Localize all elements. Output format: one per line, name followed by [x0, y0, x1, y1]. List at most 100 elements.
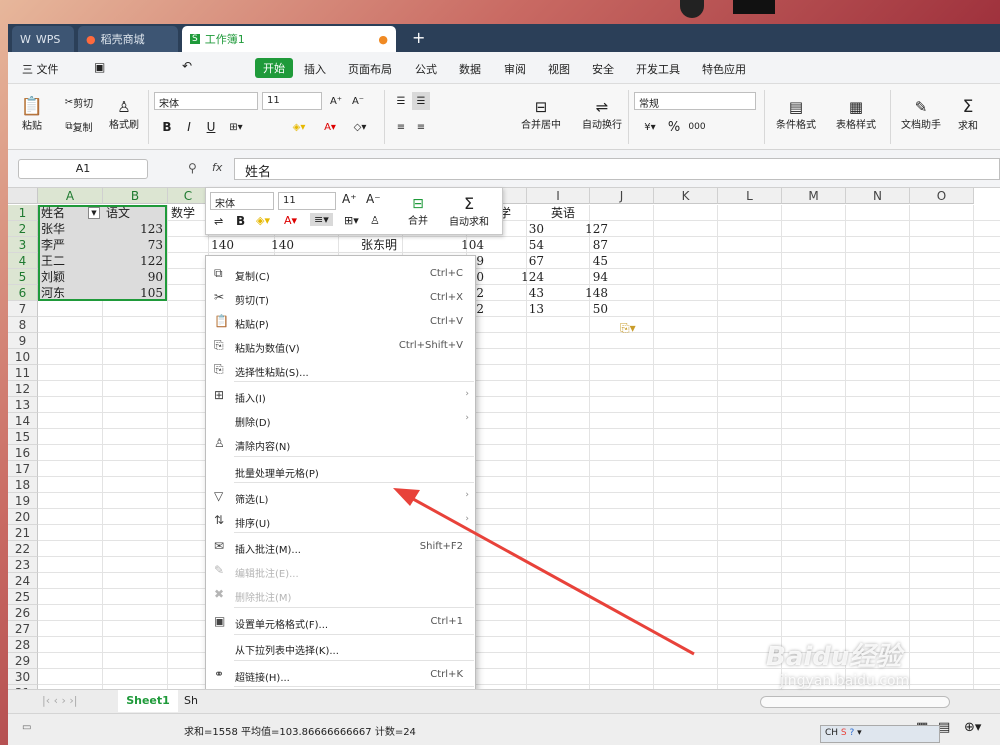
- column-header[interactable]: A: [38, 188, 103, 204]
- formula-input[interactable]: 姓名: [234, 158, 1000, 180]
- row-header[interactable]: 27: [8, 621, 38, 637]
- menu-item[interactable]: 📋 粘贴(P) Ctrl+V: [206, 310, 475, 334]
- align-middle-icon[interactable]: ☰: [412, 92, 430, 110]
- menu-item[interactable]: ⊞ 插入(I) ›: [206, 384, 475, 408]
- row-header[interactable]: 26: [8, 605, 38, 621]
- row-header[interactable]: 29: [8, 653, 38, 669]
- cell[interactable]: 张华: [38, 221, 102, 237]
- row-header[interactable]: 20: [8, 509, 38, 525]
- cell[interactable]: 148: [548, 285, 612, 301]
- sheet-tab-next[interactable]: Sh: [184, 694, 198, 707]
- currency-icon[interactable]: ¥▾: [638, 118, 662, 136]
- cut-button[interactable]: ✂ 剪切: [58, 94, 100, 110]
- menu-item[interactable]: ⧉ 复制(C) Ctrl+C: [206, 262, 475, 286]
- cell[interactable]: 94: [548, 269, 612, 285]
- borders-icon[interactable]: ⊞▾: [344, 214, 359, 227]
- paste-options-icon[interactable]: ⎘▾: [620, 321, 636, 336]
- paste-button[interactable]: 📋 粘贴: [16, 92, 48, 136]
- menu-developer[interactable]: 开发工具: [636, 61, 680, 77]
- menu-item[interactable]: ✂ 剪切(T) Ctrl+X: [206, 286, 475, 310]
- merge-center-button[interactable]: ⊟ 合并居中: [513, 92, 569, 136]
- row-header[interactable]: 25: [8, 589, 38, 605]
- cell[interactable]: 数学: [168, 205, 208, 221]
- menu-item[interactable]: 删除(D) ›: [206, 408, 475, 432]
- save-icon[interactable]: ▣: [94, 60, 105, 74]
- menu-item[interactable]: ♙ 清除内容(N): [206, 432, 475, 456]
- cell[interactable]: 104: [420, 237, 488, 253]
- fill-color-icon[interactable]: ◈▾: [286, 118, 312, 136]
- sheet-tab-sheet1[interactable]: Sheet1: [118, 690, 178, 712]
- layout-view-icon[interactable]: ⊕▾: [964, 720, 981, 735]
- cell[interactable]: 李严: [38, 237, 102, 253]
- name-box[interactable]: A1: [18, 159, 148, 179]
- row-header[interactable]: 8: [8, 317, 38, 333]
- mini-font-select[interactable]: 宋体: [210, 192, 274, 210]
- menu-item[interactable]: 批量处理单元格(P): [206, 459, 475, 483]
- menu-item[interactable]: ▽ 筛选(L) ›: [206, 485, 475, 509]
- cell[interactable]: 90: [103, 269, 167, 285]
- font-name-select[interactable]: 宋体: [154, 92, 258, 110]
- borders-icon[interactable]: ⊞▾: [224, 118, 248, 136]
- doc-helper-button[interactable]: ✎ 文档助手: [896, 92, 946, 136]
- row-header[interactable]: 19: [8, 493, 38, 509]
- row-header[interactable]: 18: [8, 477, 38, 493]
- row-header[interactable]: 23: [8, 557, 38, 573]
- horizontal-scrollbar[interactable]: [760, 696, 950, 708]
- cell[interactable]: 王二: [38, 253, 102, 269]
- thousands-button[interactable]: 000: [686, 118, 708, 136]
- cell[interactable]: 50: [548, 301, 612, 317]
- menu-review[interactable]: 审阅: [504, 61, 526, 77]
- row-header[interactable]: 28: [8, 637, 38, 653]
- cell[interactable]: 140: [230, 237, 298, 253]
- grow-font-button[interactable]: A⁺: [326, 92, 346, 110]
- align-left-icon[interactable]: ≡: [392, 118, 410, 136]
- row-header[interactable]: 22: [8, 541, 38, 557]
- row-header[interactable]: 3: [8, 237, 38, 253]
- column-header[interactable]: I: [527, 188, 590, 204]
- wrap-text-button[interactable]: ⇌ 自动换行: [574, 92, 630, 136]
- menu-item[interactable]: ⎘ 选择性粘贴(S)...: [206, 358, 475, 382]
- menu-view[interactable]: 视图: [548, 61, 570, 77]
- row-header[interactable]: 9: [8, 333, 38, 349]
- cell[interactable]: 13: [484, 301, 548, 317]
- cell[interactable]: 67: [484, 253, 548, 269]
- row-header[interactable]: 14: [8, 413, 38, 429]
- menu-item[interactable]: ⇅ 排序(U) ›: [206, 509, 475, 533]
- column-header[interactable]: M: [782, 188, 846, 204]
- tab-workbook[interactable]: S 工作簿1 ●: [182, 26, 396, 52]
- cell[interactable]: 105: [103, 285, 167, 301]
- mini-size-select[interactable]: 11: [278, 192, 336, 210]
- shrink-font-button[interactable]: A⁻: [348, 92, 368, 110]
- menu-home[interactable]: 开始: [255, 58, 293, 78]
- mini-autosum-button[interactable]: Σ 自动求和: [440, 190, 498, 232]
- menu-item[interactable]: ▣ 设置单元格格式(F)... Ctrl+1: [206, 610, 475, 634]
- column-header[interactable]: J: [590, 188, 654, 204]
- row-header[interactable]: 10: [8, 349, 38, 365]
- italic-button[interactable]: I: [180, 118, 198, 136]
- bold-icon[interactable]: B: [236, 214, 245, 228]
- sum-button[interactable]: Σ 求和: [950, 92, 986, 136]
- percent-button[interactable]: %: [666, 118, 682, 136]
- row-header[interactable]: 13: [8, 397, 38, 413]
- format-painter-button[interactable]: ♙ 格式刷: [106, 92, 142, 136]
- row-header[interactable]: 12: [8, 381, 38, 397]
- fill-color-icon[interactable]: ◈▾: [256, 214, 270, 227]
- cell[interactable]: 刘颖: [38, 269, 102, 285]
- cell[interactable]: 127: [548, 221, 612, 237]
- row-header[interactable]: 1: [8, 205, 38, 221]
- copy-button[interactable]: ⧉ 复制: [58, 118, 100, 134]
- undo-icon[interactable]: ↶: [182, 59, 192, 73]
- filter-dropdown-icon[interactable]: ▼: [88, 207, 100, 219]
- row-header[interactable]: 5: [8, 269, 38, 285]
- menu-file[interactable]: 三 文件: [22, 61, 59, 77]
- menu-insert[interactable]: 插入: [304, 61, 326, 77]
- new-tab-button[interactable]: +: [412, 28, 425, 47]
- shrink-font-icon[interactable]: A⁻: [366, 192, 381, 206]
- column-header[interactable]: O: [910, 188, 974, 204]
- align-top-icon[interactable]: ☰: [392, 92, 410, 110]
- cell[interactable]: 43: [484, 285, 548, 301]
- cell[interactable]: 87: [548, 237, 612, 253]
- menu-item[interactable]: ⚭ 超链接(H)... Ctrl+K: [206, 663, 475, 687]
- column-header[interactable]: N: [846, 188, 910, 204]
- column-header[interactable]: C: [168, 188, 209, 204]
